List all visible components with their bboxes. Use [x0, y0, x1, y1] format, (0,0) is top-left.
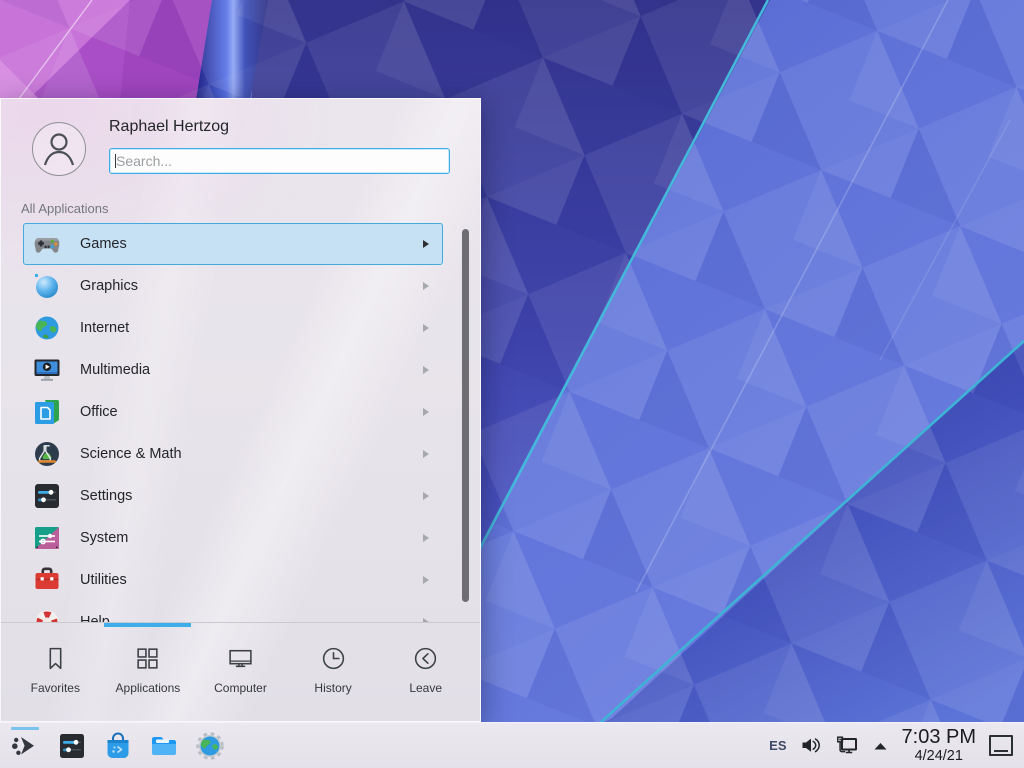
category-label: Utilities [80, 572, 127, 588]
settings-sliders-icon [57, 731, 87, 761]
monitor-icon [227, 645, 254, 672]
submenu-arrow-icon [423, 240, 429, 248]
submenu-arrow-icon [423, 324, 429, 332]
category-label: Multimedia [80, 362, 150, 378]
category-help[interactable]: Help [23, 601, 443, 622]
clock-icon [320, 645, 347, 672]
clock-time: 7:03 PM [902, 727, 976, 747]
lifebuoy-icon [33, 608, 61, 622]
expand-tray-icon[interactable] [872, 739, 889, 752]
category-label: Internet [80, 320, 129, 336]
system-settings-button[interactable] [56, 727, 88, 765]
submenu-arrow-icon [423, 408, 429, 416]
submenu-arrow-icon [423, 576, 429, 584]
text-cursor [115, 154, 116, 168]
user-icon [33, 123, 85, 175]
wired-network-icon[interactable] [835, 736, 859, 756]
globe-icon [33, 314, 61, 342]
monitor-play-icon [33, 356, 61, 384]
tab-applications[interactable]: Applications [102, 623, 195, 723]
submenu-arrow-icon [423, 282, 429, 290]
tab-label: History [314, 681, 351, 695]
grid-icon [134, 645, 161, 672]
category-list: Games Graphics [1, 223, 480, 622]
application-launcher-button[interactable] [10, 727, 42, 765]
clock-date: 4/24/21 [915, 749, 963, 764]
show-desktop-widget[interactable] [989, 735, 1013, 756]
tab-label: Applications [116, 681, 181, 695]
taskbar-pinned-apps [0, 727, 240, 765]
leave-icon [412, 645, 439, 672]
sliders-icon [33, 482, 61, 510]
taskbar: ES 7:03 PM 4/24/21 [0, 722, 1024, 768]
user-name: Raphael Hertzog [109, 118, 229, 136]
kde-launcher-icon [11, 731, 41, 761]
category-label: Graphics [80, 278, 138, 294]
tab-leave[interactable]: Leave [379, 623, 472, 723]
web-browser-button[interactable] [194, 727, 226, 765]
category-label: Help [80, 614, 110, 622]
launcher-tab-bar: Favorites Applications Computer [9, 623, 472, 723]
tab-label: Computer [214, 681, 267, 695]
volume-icon[interactable] [800, 736, 822, 755]
submenu-arrow-icon [423, 492, 429, 500]
category-graphics[interactable]: Graphics [23, 265, 443, 307]
gamepad-icon [33, 230, 61, 258]
submenu-arrow-icon [423, 534, 429, 542]
system-sliders-icon [33, 524, 61, 552]
submenu-arrow-icon [423, 450, 429, 458]
user-avatar[interactable] [32, 122, 86, 176]
search-field-wrap [109, 148, 450, 174]
document-icon [33, 398, 61, 426]
discover-bag-icon [103, 731, 133, 761]
category-utilities[interactable]: Utilities [23, 559, 443, 601]
globe-gear-icon [195, 731, 225, 761]
active-indicator [11, 727, 39, 730]
discover-button[interactable] [102, 727, 134, 765]
submenu-arrow-icon [423, 366, 429, 374]
section-label: All Applications [21, 201, 108, 216]
search-input[interactable] [109, 148, 450, 174]
tab-computer[interactable]: Computer [194, 623, 287, 723]
tab-favorites[interactable]: Favorites [9, 623, 102, 723]
category-label: Office [80, 404, 118, 420]
category-system[interactable]: System [23, 517, 443, 559]
tab-label: Leave [409, 681, 442, 695]
bookmark-icon [42, 645, 69, 672]
category-label: Games [80, 236, 127, 252]
digital-clock[interactable]: 7:03 PM 4/24/21 [902, 727, 976, 764]
sphere-icon [33, 272, 61, 300]
category-settings[interactable]: Settings [23, 475, 443, 517]
application-launcher-menu: Raphael Hertzog All Applications Games [0, 98, 481, 722]
tab-history[interactable]: History [287, 623, 380, 723]
tab-label: Favorites [31, 681, 80, 695]
category-games[interactable]: Games [23, 223, 443, 265]
desktop: Raphael Hertzog All Applications Games [0, 0, 1024, 768]
flask-icon [33, 440, 61, 468]
category-multimedia[interactable]: Multimedia [23, 349, 443, 391]
keyboard-layout-indicator[interactable]: ES [769, 738, 786, 753]
category-internet[interactable]: Internet [23, 307, 443, 349]
system-tray: ES 7:03 PM 4/24/21 [769, 727, 1024, 764]
scrollbar-thumb[interactable] [462, 229, 469, 602]
category-office[interactable]: Office [23, 391, 443, 433]
category-science-math[interactable]: Science & Math [23, 433, 443, 475]
category-label: System [80, 530, 128, 546]
category-label: Science & Math [80, 446, 182, 462]
file-manager-button[interactable] [148, 727, 180, 765]
toolbox-icon [33, 566, 61, 594]
category-label: Settings [80, 488, 132, 504]
folder-icon [149, 731, 179, 761]
